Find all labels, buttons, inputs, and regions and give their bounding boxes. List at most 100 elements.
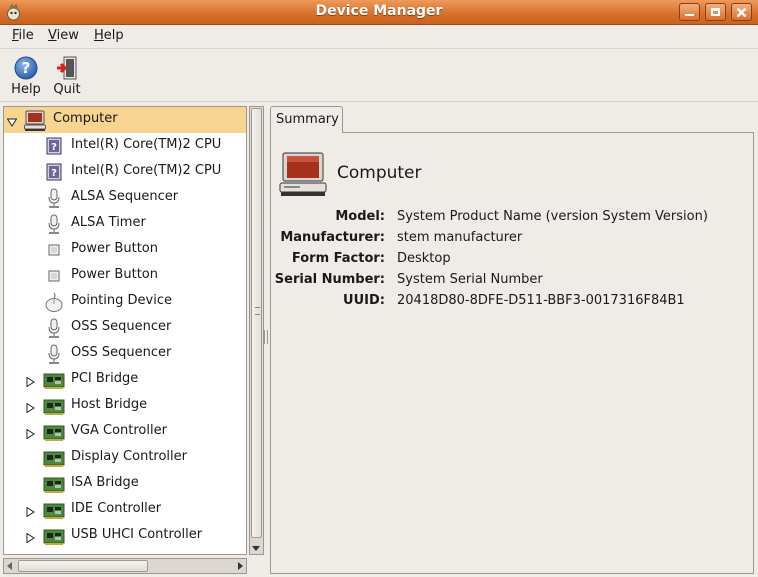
tree-item[interactable]: OSS Sequencer [4,315,246,341]
expander-collapsed-icon[interactable] [26,402,35,414]
tree-item[interactable]: Pointing Device [4,289,246,315]
maximize-button[interactable] [705,3,726,21]
help-button-label: Help [11,82,41,97]
svg-text:?: ? [51,168,57,179]
microphone-icon [43,188,65,209]
tree-item-label: ISA Bridge [71,475,139,490]
svg-text:?: ? [51,142,57,153]
property-key: Serial Number: [274,272,385,287]
property-key: Form Factor: [291,251,385,266]
cpu-icon: ? [43,162,65,183]
tree-vertical-scrollbar[interactable] [249,106,264,555]
property-row: Manufacturer: stem manufacturer [271,230,751,250]
tree-item-label: VGA Controller [71,423,167,438]
minimize-icon [685,14,694,16]
title-bar[interactable]: Device Manager [0,0,758,25]
tree-item[interactable]: ALSA Sequencer [4,185,246,211]
property-row: Serial Number: System Serial Number [271,272,751,292]
tree-item-label: Intel(R) Core(TM)2 CPU [71,163,222,178]
tab-summary[interactable]: Summary [270,106,343,133]
tree-item[interactable]: ISA Bridge [4,471,246,497]
expander-collapsed-icon[interactable] [26,428,35,440]
mouse-icon [43,292,65,313]
close-button[interactable] [731,3,752,21]
tree-item-label: Computer [53,111,118,126]
computer-icon [24,110,46,131]
window-title: Device Manager [315,3,443,19]
tree-item[interactable]: ALSA Timer [4,211,246,237]
button-icon [43,240,65,261]
expander-collapsed-icon[interactable] [26,506,35,518]
menu-help-label: Help [94,28,124,43]
scroll-grip [255,307,260,315]
expander-collapsed-icon[interactable] [26,532,35,544]
pane-splitter-handle[interactable] [264,330,268,344]
microphone-icon [43,318,65,339]
property-value[interactable]: stem manufacturer [397,230,522,245]
circuit-board-icon [43,526,65,547]
svg-text:?: ? [22,59,31,77]
tree-item[interactable]: IDE Controller [4,497,246,523]
toolbar: ? Help Quit [0,50,758,102]
tree-item[interactable]: VGA Controller [4,419,246,445]
tab-summary-label: Summary [276,112,339,127]
microphone-icon [43,344,65,365]
maximize-icon [711,8,720,16]
tree-item-label: PCI Bridge [71,371,139,386]
microphone-icon [43,214,65,235]
menu-view[interactable]: View [48,28,79,43]
property-value[interactable]: System Product Name (version System Vers… [397,209,708,224]
scroll-left-arrow-icon[interactable] [7,562,12,570]
tree-item-label: Host Bridge [71,397,148,412]
menu-file-label: File [12,28,34,43]
tree-item[interactable]: ? Intel(R) Core(TM)2 CPU [4,133,246,159]
menu-file[interactable]: File [12,28,34,43]
tree-item-label: Display Controller [71,449,187,464]
scroll-down-arrow-icon[interactable] [252,546,260,551]
tree-horizontal-scroll-thumb[interactable] [18,560,148,572]
tree-item-label: OSS Sequencer [71,319,172,334]
tree-item-label: Power Button [71,267,158,282]
circuit-board-icon [43,500,65,521]
circuit-board-icon [43,422,65,443]
device-tree[interactable]: Computer? Intel(R) Core(TM)2 CPU? Intel(R)… [3,106,247,555]
button-icon [43,266,65,287]
circuit-board-icon [43,474,65,495]
tree-item[interactable]: Computer [4,107,246,133]
property-value[interactable]: 20418D80-8DFE-D511-BBF3-0017316F84B1 [397,293,685,308]
property-key: UUID: [343,293,385,308]
expander-collapsed-icon[interactable] [26,376,35,388]
tree-item[interactable]: ? Intel(R) Core(TM)2 CPU [4,159,246,185]
tree-item-label: OSS Sequencer [71,345,172,360]
menu-bar: File View Help [0,25,758,49]
tree-item[interactable]: Power Button [4,263,246,289]
menu-help[interactable]: Help [94,28,124,43]
expander-expanded-icon[interactable] [6,116,18,127]
tree-item-label: IDE Controller [71,501,162,516]
tree-item-label: ALSA Timer [71,215,146,230]
quit-button[interactable]: Quit [50,56,84,97]
property-value[interactable]: Desktop [397,251,451,266]
cpu-icon: ? [43,136,65,157]
tree-item-label: Power Button [71,241,158,256]
help-button[interactable]: ? Help [9,56,43,97]
device-tree-pane: Computer? Intel(R) Core(TM)2 CPU? Intel(R)… [3,106,264,576]
circuit-board-icon [43,370,65,391]
tree-item[interactable]: Display Controller [4,445,246,471]
tree-item[interactable]: PCI Bridge [4,367,246,393]
tree-item-label: Intel(R) Core(TM)2 CPU [71,137,222,152]
scroll-right-arrow-icon[interactable] [238,562,243,570]
tree-item[interactable]: Power Button [4,237,246,263]
tree-item[interactable]: Host Bridge [4,393,246,419]
property-row: Model: System Product Name (version Syste… [271,209,751,229]
tree-vertical-scroll-thumb[interactable] [251,108,262,538]
computer-icon [279,152,327,196]
minimize-button[interactable] [679,3,700,21]
property-row: Form Factor: Desktop [271,251,751,271]
tree-item[interactable]: OSS Sequencer [4,341,246,367]
property-key: Manufacturer: [280,230,385,245]
property-value[interactable]: System Serial Number [397,272,543,287]
close-icon [736,7,747,17]
tree-horizontal-scrollbar[interactable] [3,558,247,574]
tree-item[interactable]: USB UHCI Controller [4,523,246,549]
